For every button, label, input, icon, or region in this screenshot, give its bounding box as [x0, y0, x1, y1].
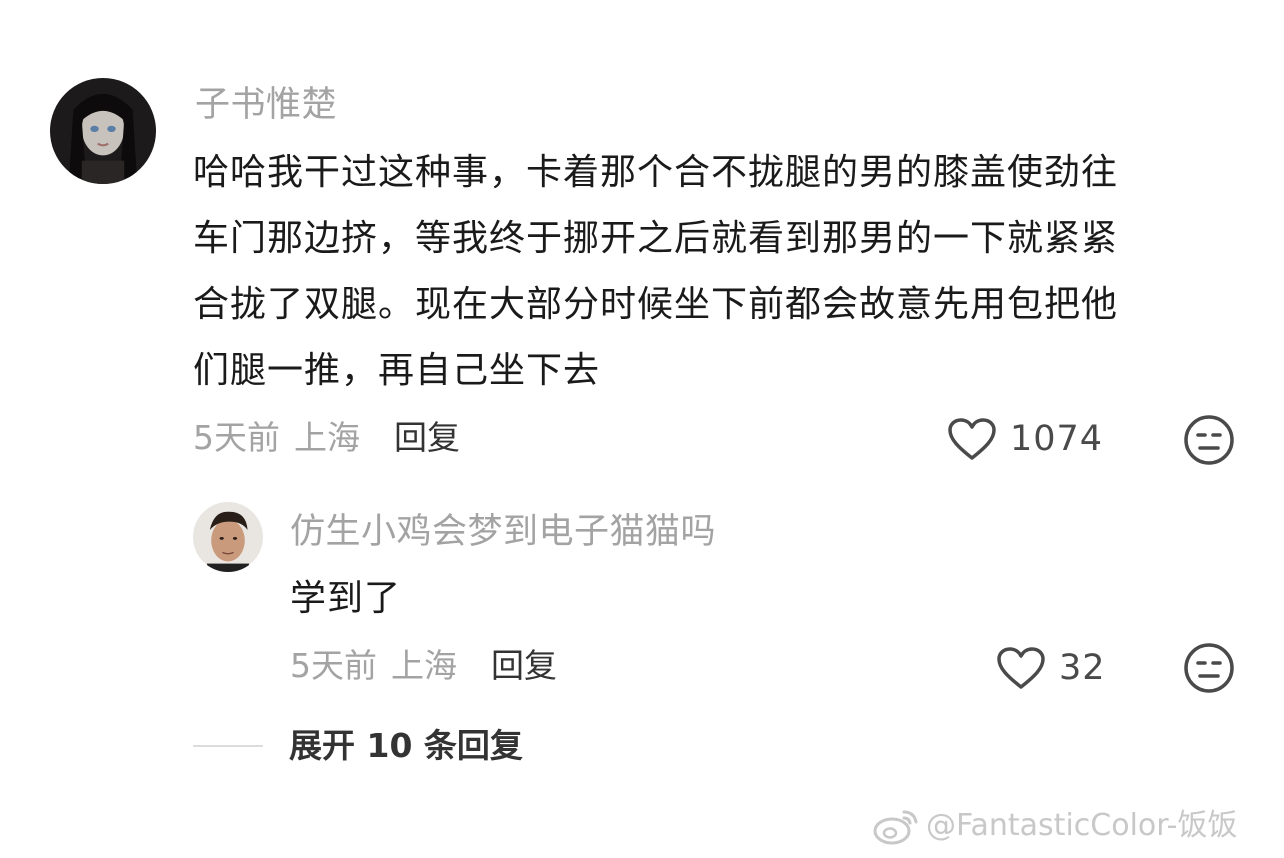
comment-text-line: 们腿一推，再自己坐下去 — [193, 350, 601, 391]
watermark: @FantasticColor-饭饭 — [872, 806, 1238, 846]
comment-username[interactable]: 子书惟楚 — [195, 83, 337, 127]
neutral-face-icon — [1184, 643, 1234, 693]
avatar-doll-image — [50, 78, 156, 184]
reply-button[interactable]: 回复 — [394, 416, 460, 460]
like-count: 1074 — [1010, 419, 1104, 459]
comment-text: 哈哈我干过这种事，卡着那个合不拢腿的男的膝盖使劲往 车门那边挤，等我终于挪开之后… — [193, 140, 1253, 404]
comment-text-line: 车门那边挤，等我终于挪开之后就看到那男的一下就紧紧 — [193, 218, 1119, 259]
avatar[interactable] — [193, 502, 263, 572]
reply-text: 学到了 — [290, 578, 402, 619]
watermark-text: @FantasticColor-饭饭 — [926, 808, 1238, 843]
reply-location: 上海 — [391, 646, 457, 685]
reply-time: 5天前 — [290, 646, 377, 685]
heart-outline-icon — [997, 647, 1045, 689]
like-button[interactable]: 32 — [995, 645, 1106, 691]
neutral-face-icon — [1184, 415, 1234, 465]
comment-text-line: 合拢了双腿。现在大部分时候坐下前都会故意先用包把他 — [193, 284, 1119, 325]
avatar-man-image — [193, 502, 263, 572]
divider — [193, 745, 263, 747]
weibo-icon — [873, 810, 918, 845]
comment-location: 上海 — [294, 418, 360, 457]
emoji-reaction-button[interactable] — [1183, 642, 1235, 694]
comment-text-line: 哈哈我干过这种事，卡着那个合不拢腿的男的膝盖使劲往 — [193, 152, 1119, 193]
emoji-reaction-button[interactable] — [1183, 414, 1235, 466]
reply-button[interactable]: 回复 — [491, 644, 557, 688]
comment-time: 5天前 — [193, 418, 280, 457]
reply-username[interactable]: 仿生小鸡会梦到电子猫猫吗 — [290, 510, 716, 554]
like-count: 32 — [1059, 648, 1106, 688]
like-button[interactable]: 1074 — [946, 416, 1103, 462]
expand-replies-label: 展开 10 条回复 — [289, 726, 523, 765]
heart-outline-icon — [948, 418, 996, 460]
avatar[interactable] — [50, 78, 156, 184]
comment-meta: 5天前 上海 回复 — [193, 416, 460, 460]
reply-meta: 5天前 上海 回复 — [290, 644, 557, 688]
expand-replies-button[interactable]: 展开 10 条回复 — [193, 724, 523, 768]
